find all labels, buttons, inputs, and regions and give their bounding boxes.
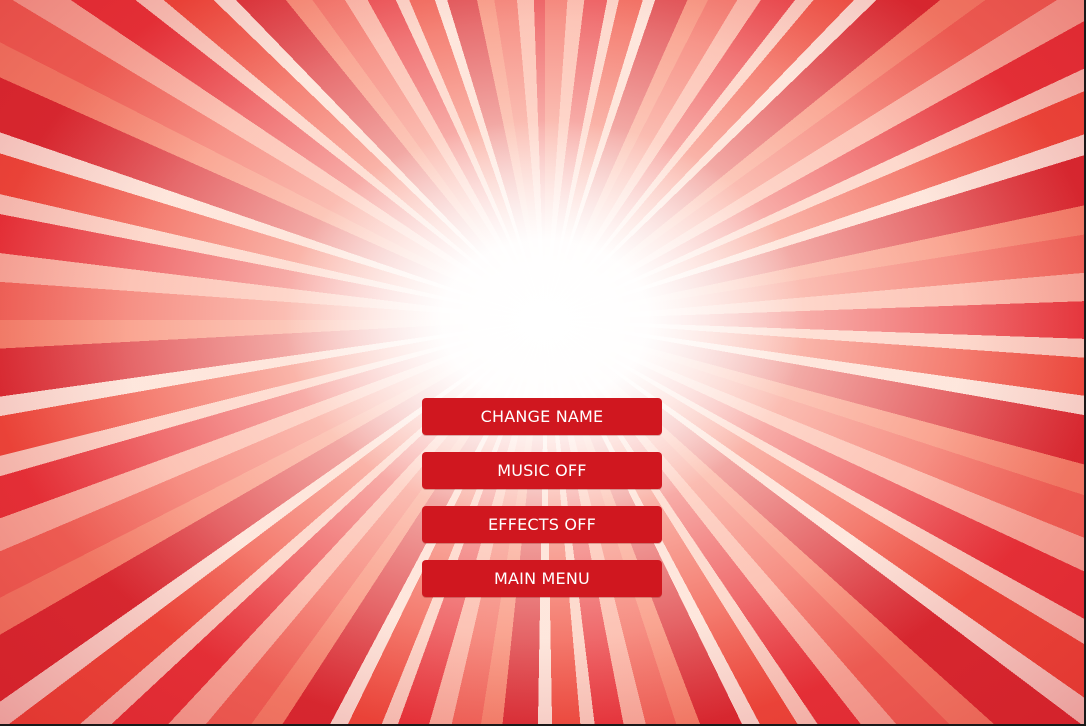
background-vignette — [0, 0, 1084, 724]
options-menu: CHANGE NAME MUSIC OFF EFFECTS OFF MAIN M… — [422, 398, 662, 614]
game-screen: CHANGE NAME MUSIC OFF EFFECTS OFF MAIN M… — [0, 0, 1086, 726]
main-menu-button[interactable]: MAIN MENU — [422, 560, 662, 597]
change-name-button[interactable]: CHANGE NAME — [422, 398, 662, 435]
music-toggle-button[interactable]: MUSIC OFF — [422, 452, 662, 489]
effects-toggle-button[interactable]: EFFECTS OFF — [422, 506, 662, 543]
